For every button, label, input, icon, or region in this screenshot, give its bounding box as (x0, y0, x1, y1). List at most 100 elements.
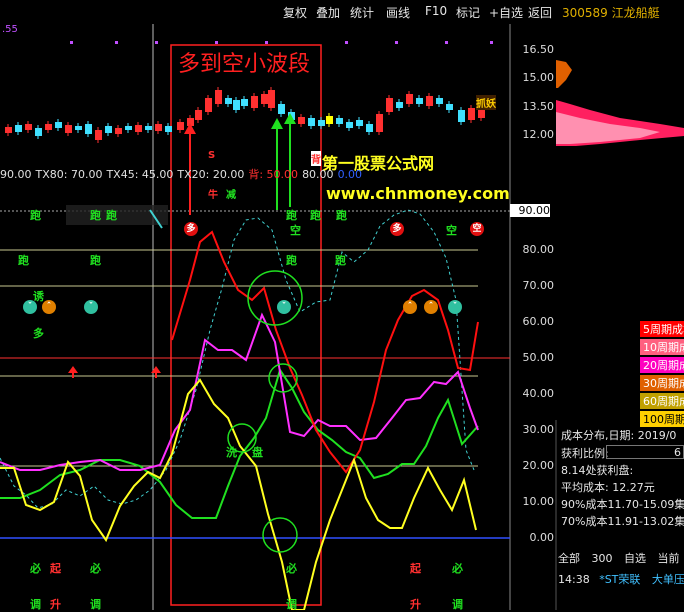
candle-body (125, 126, 132, 130)
cost-distribution-chart[interactable] (556, 60, 684, 146)
legend-item: 5周期成本 (640, 321, 684, 337)
candle-body (45, 124, 52, 130)
bottom-tabs: 全部 300 自选 当前 (558, 550, 684, 570)
avg-cost: 平均成本: 12.27元 (561, 481, 655, 494)
candle-body (115, 128, 122, 134)
indicator-axis-label: 70.00 (522, 279, 555, 292)
s-marker: S (208, 150, 216, 161)
signal-label-pao: 跑 (286, 209, 297, 222)
tab-watchlist[interactable]: 自选 (624, 552, 646, 565)
up-arrow (184, 123, 196, 134)
signal-label-pao: 跑 (286, 254, 297, 267)
candle-body (336, 118, 343, 124)
duo-badge: 多 (184, 222, 198, 236)
tab-all[interactable]: 全部 (558, 552, 580, 565)
yellow-indicator-line (0, 378, 477, 610)
candle-body (366, 124, 373, 132)
price-axis-label: 12.00 (522, 128, 555, 141)
candle-body (376, 114, 383, 132)
candle-body (205, 98, 212, 112)
up-arrow (271, 118, 283, 129)
candle-body (155, 124, 162, 131)
up-arrow (68, 366, 78, 373)
tab-current[interactable]: 当前 (658, 552, 680, 565)
chevron-up-icon: ˆ (403, 300, 417, 314)
signal-label-xi: 洗 (226, 446, 237, 459)
candle-body (468, 108, 475, 120)
candle-body (406, 94, 413, 104)
ticker-name[interactable]: *ST荣联 (599, 573, 640, 586)
candle-body (233, 100, 240, 110)
indicator-param: 80.00 (302, 168, 334, 181)
indicator-axis-label: 50.00 (522, 351, 555, 364)
candlesticks (5, 87, 485, 143)
top-dot (215, 41, 218, 44)
top-dot (155, 41, 158, 44)
signal-label-qi: 起 (410, 562, 421, 575)
candle-body (446, 104, 453, 110)
ticker-row: 14:38 *ST荣联 大单压 (558, 571, 684, 587)
chevron-down-icon: ˇ (448, 300, 462, 314)
signal-label-tou: 诱 (33, 290, 44, 303)
candle-body (346, 122, 353, 128)
price-axis-label: 15.00 (522, 71, 555, 84)
candle-body (35, 128, 42, 136)
signal-label-kong: 空 (290, 224, 301, 237)
indicator-param: TX45: 45.00 (106, 168, 174, 181)
legend-item: 20周期成本 (640, 357, 684, 373)
chart-stage: 复权 叠加 统计 画线 F10 标记 +自选 返回 300589 江龙船艇 .5… (0, 0, 684, 611)
top-dot-row (70, 41, 493, 44)
chart-title: 多到空小波段 (178, 52, 311, 77)
candle-body (416, 98, 423, 104)
profit-line: 8.14处获利盘: (561, 464, 634, 477)
duo-badge: 多 (390, 222, 404, 236)
indicator-axis-label: 80.00 (522, 243, 555, 256)
indicator-axis-label: 30.00 (522, 423, 555, 436)
candle-body (165, 126, 172, 132)
price-axis-label: 13.50 (522, 100, 555, 113)
indicator-param: TX20: 20.00 (177, 168, 245, 181)
signal-label-pao: 跑 (310, 209, 321, 222)
legend-item: 10周期成本 (640, 339, 684, 355)
price-tag: 抓妖 (476, 95, 496, 110)
indicator-axis-label: 0.00 (529, 531, 555, 544)
candle-body (458, 110, 465, 122)
candle-body (55, 122, 62, 128)
candle-body (95, 130, 102, 140)
signal-label-pan: 盘 (252, 446, 263, 459)
ticker-extra: 大单压 (651, 573, 684, 586)
tab-300[interactable]: 300 (592, 552, 613, 565)
cost-90: 90%成本11.70-15.09集 (561, 498, 684, 511)
candle-body (5, 127, 12, 133)
candle-body (326, 116, 333, 124)
signal-label-kong: 空 (446, 224, 457, 237)
top-dot (265, 41, 268, 44)
signal-label-qi: 起 (50, 562, 61, 575)
candle-body (308, 118, 315, 126)
candle-body (25, 124, 32, 130)
candle-body (145, 126, 152, 130)
candle-body (135, 125, 142, 132)
profit-value: 6 (606, 445, 684, 459)
signal-label-pao: 跑 (90, 254, 101, 267)
candle-body (251, 96, 258, 108)
candle-body (396, 102, 403, 108)
candle-body (215, 90, 222, 104)
signal-label-duo: 多 (33, 327, 44, 340)
candle-body (75, 126, 82, 130)
signal-label-pao: 跑 (18, 254, 29, 267)
candle-body (261, 94, 268, 104)
kong-badge: 空 (470, 222, 484, 236)
candle-body (15, 125, 22, 132)
candle-body (436, 98, 443, 104)
chevron-up-icon: ˆ (424, 300, 438, 314)
indicator-axis-top: 90.00 (510, 204, 550, 217)
indicator-axis-label: 10.00 (522, 495, 555, 508)
ticker-time: 14:38 (558, 573, 590, 586)
signal-label-bi: 必 (286, 562, 297, 575)
indicator-params: 90.00 TX80: 70.00 TX45: 45.00 TX20: 20.00 背:… (0, 166, 366, 182)
candle-body (241, 99, 248, 106)
legend-item: 30周期成本 (640, 375, 684, 391)
candle-body (65, 125, 72, 133)
signal-label-pao: 跑 (106, 209, 117, 222)
